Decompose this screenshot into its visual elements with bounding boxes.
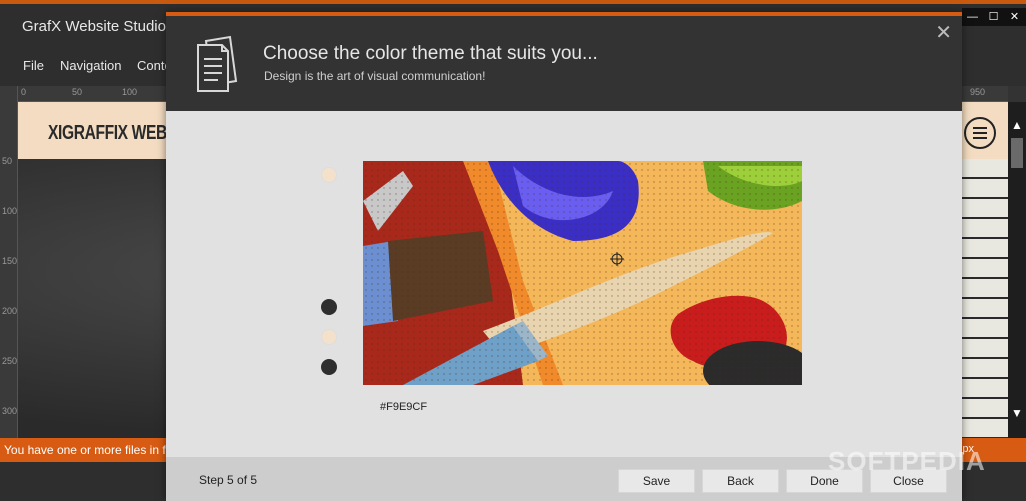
vertical-scrollbar[interactable]: ▲ ▼ — [1008, 102, 1026, 438]
ruler-label: 150 — [2, 256, 18, 266]
scrollbar-thumb[interactable] — [1011, 138, 1023, 168]
ruler-label: 50 — [2, 156, 13, 166]
ruler-label: 250 — [2, 356, 18, 366]
menu-navigation[interactable]: Navigation — [60, 58, 121, 73]
maximize-button[interactable]: ☐ — [983, 8, 1004, 26]
documents-icon — [197, 35, 238, 92]
ruler-left: 50 100 150 200 250 300 — [0, 86, 18, 438]
measuring-tape-image — [960, 159, 1008, 438]
save-button[interactable]: Save — [618, 469, 695, 493]
dialog-title: Choose the color theme that suits you... — [263, 43, 598, 64]
dialog-subtitle: Design is the art of visual communicatio… — [264, 69, 486, 83]
color-swatch[interactable] — [321, 299, 337, 315]
dialog-header: Choose the color theme that suits you...… — [166, 16, 962, 111]
scroll-up-icon[interactable]: ▲ — [1011, 118, 1023, 132]
color-swatch[interactable] — [321, 167, 337, 183]
color-swatch[interactable] — [321, 329, 337, 345]
color-swatch[interactable] — [321, 359, 337, 375]
minimize-button[interactable]: — — [962, 8, 983, 26]
ruler-label: 200 — [2, 306, 18, 316]
close-window-button[interactable]: ✕ — [1004, 8, 1025, 26]
ruler-label: 100 — [122, 87, 138, 97]
paintbrush-illustration — [363, 161, 802, 385]
scroll-down-icon[interactable]: ▼ — [1011, 406, 1023, 420]
dialog-content: #F9E9CF — [166, 111, 962, 457]
color-theme-dialog: Choose the color theme that suits you...… — [166, 12, 962, 501]
watermark: SOFTPEDIA — [828, 446, 986, 476]
ruler-label: 300 — [2, 406, 18, 416]
status-message: You have one or more files in f — [4, 443, 166, 457]
hamburger-menu-icon[interactable] — [964, 117, 996, 149]
window-controls: — ☐ ✕ — [962, 8, 1026, 26]
back-button[interactable]: Back — [702, 469, 779, 493]
hex-color-value: #F9E9CF — [380, 401, 428, 413]
step-indicator: Step 5 of 5 — [199, 473, 258, 487]
ruler-label: 100 — [2, 206, 18, 216]
app-title: GrafX Website Studio — [22, 18, 166, 35]
ruler-label: 950 — [970, 87, 986, 97]
ruler-label: 0 — [21, 87, 27, 97]
menu-file[interactable]: File — [23, 58, 44, 73]
dialog-close-icon[interactable]: ✕ — [935, 20, 952, 45]
ruler-label: 50 — [72, 87, 83, 97]
